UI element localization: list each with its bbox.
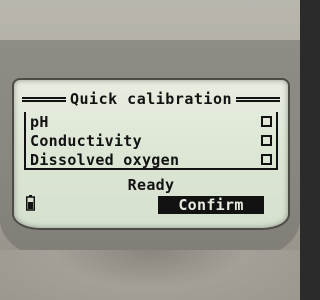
list-item-dissolved-oxygen[interactable]: Dissolved oxygen xyxy=(26,150,276,169)
device-frame: Quick calibration pH Conductivity Dissol… xyxy=(0,0,300,300)
list-item-label: Conductivity xyxy=(30,131,142,150)
status-text: Ready xyxy=(127,176,175,194)
conductivity-checkbox[interactable] xyxy=(261,135,272,146)
battery-icon xyxy=(26,195,35,211)
screen-title: Quick calibration xyxy=(69,90,233,108)
list-item-ph[interactable]: pH xyxy=(26,112,276,131)
list-item-conductivity[interactable]: Conductivity xyxy=(26,131,276,150)
calibration-list: pH Conductivity Dissolved oxygen xyxy=(24,112,278,170)
confirm-button[interactable]: Confirm xyxy=(158,196,264,214)
bezel-lower xyxy=(0,250,300,300)
list-item-label: pH xyxy=(30,112,49,131)
list-item-label: Dissolved oxygen xyxy=(30,150,180,169)
lcd-screen: Quick calibration pH Conductivity Dissol… xyxy=(14,80,288,228)
ph-checkbox[interactable] xyxy=(261,116,272,127)
title-rule-right xyxy=(236,96,280,102)
title-rule-left xyxy=(22,96,66,102)
title-row: Quick calibration xyxy=(22,88,280,110)
dissolved-oxygen-checkbox[interactable] xyxy=(261,154,272,165)
